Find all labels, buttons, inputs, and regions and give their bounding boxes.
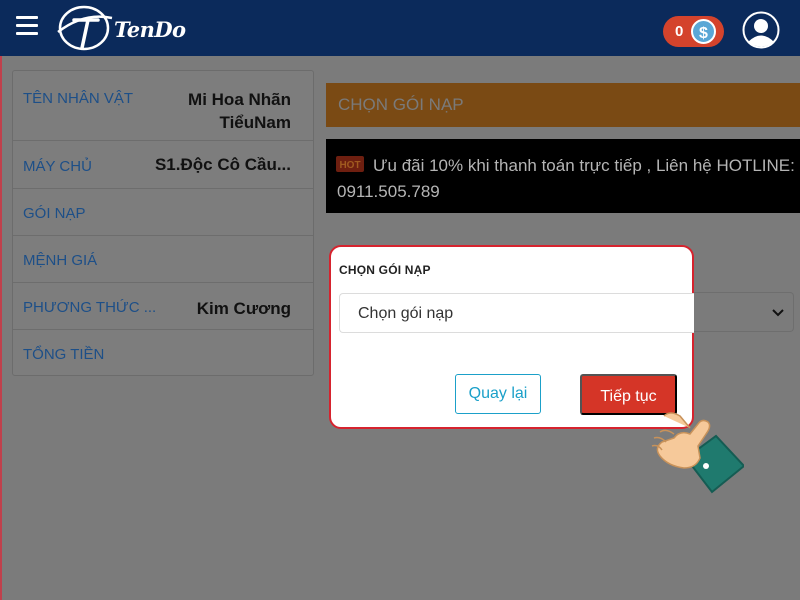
- info-row-denomination: MỆNH GIÁ: [13, 236, 313, 283]
- promo-text: Ưu đãi 10% khi thanh toán trực tiếp , Li…: [337, 156, 795, 201]
- user-avatar-icon[interactable]: [742, 11, 780, 49]
- coin-balance-badge[interactable]: 0 $: [663, 16, 724, 47]
- info-label-package: GÓI NẠP: [23, 205, 86, 222]
- coin-icon: $: [691, 19, 716, 44]
- top-header: TenDo 0 $: [0, 0, 800, 56]
- hamburger-menu-icon[interactable]: [16, 16, 38, 36]
- logo-text: TenDo: [114, 17, 186, 42]
- info-row-server: MÁY CHỦ S1.Độc Cô Cầu...: [13, 141, 313, 189]
- package-select[interactable]: Chọn gói nạp: [339, 293, 694, 333]
- back-button[interactable]: Quay lại: [455, 374, 541, 414]
- info-row-package: GÓI NẠP: [13, 189, 313, 236]
- tendo-logo-mark: [57, 5, 113, 51]
- info-value-character-line2: TiểuNam: [219, 113, 292, 132]
- tendo-logo[interactable]: TenDo: [54, 4, 186, 52]
- info-label-total: TỔNG TIỀN: [23, 346, 105, 363]
- info-label-denomination: MỆNH GIÁ: [23, 252, 98, 269]
- package-select-background: [692, 292, 794, 332]
- info-value-character: Mi Hoa Nhãn TiểuNam: [188, 88, 291, 134]
- modal-label: CHỌN GÓI NẠP: [339, 263, 431, 277]
- info-label-payment-method: PHƯƠNG THỨC ...: [23, 299, 157, 316]
- info-value-character-line1: Mi Hoa Nhãn: [188, 90, 291, 109]
- info-label-server: MÁY CHỦ: [23, 158, 92, 175]
- coin-count: 0: [675, 23, 684, 40]
- info-row-character: TÊN NHÂN VẬT Mi Hoa Nhãn TiểuNam: [13, 71, 313, 141]
- info-row-total: TỔNG TIỀN: [13, 330, 313, 375]
- chevron-down-icon: [772, 309, 784, 317]
- order-info-panel: TÊN NHÂN VẬT Mi Hoa Nhãn TiểuNam MÁY CHỦ…: [12, 70, 314, 376]
- promo-banner: HOT Ưu đãi 10% khi thanh toán trực tiếp …: [326, 139, 800, 213]
- info-value-payment-method: Kim Cương: [196, 299, 291, 318]
- info-value-server: S1.Độc Cô Cầu...: [154, 155, 291, 174]
- section-header-bar: CHỌN GÓI NẠP: [326, 83, 800, 127]
- info-label-character: TÊN NHÂN VẬT: [23, 90, 134, 107]
- info-row-payment-method: PHƯƠNG THỨC ... Kim Cương: [13, 283, 313, 330]
- package-select-value: Chọn gói nạp: [358, 305, 454, 322]
- page-edge-line: [0, 56, 2, 600]
- section-title: CHỌN GÓI NẠP: [338, 95, 464, 114]
- pointing-hand-icon: [651, 412, 744, 494]
